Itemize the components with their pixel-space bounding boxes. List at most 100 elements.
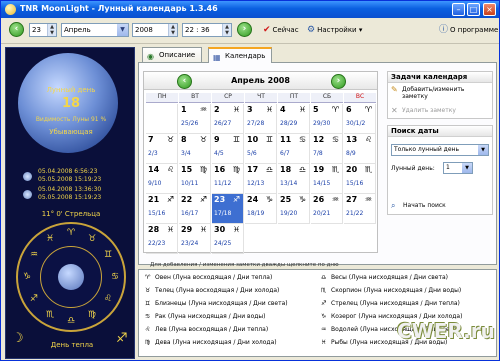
lunar-day-label: Лунный день — [46, 86, 96, 94]
zodiac-sign-icon: ♏ — [364, 165, 372, 174]
start-search-label: Начать поиск — [403, 202, 446, 209]
legend-item: ♌ Лев (Луна восходящая / Дни тепла) — [145, 326, 268, 333]
zodiac-sign-icon: ♍ — [145, 339, 151, 346]
year-field[interactable]: 2008 ▲ ▼ — [132, 23, 178, 37]
tab-description[interactable]: ◉ Описание — [142, 47, 203, 62]
calendar-day-cell[interactable]: 26 ♒ 20/21 — [311, 194, 343, 224]
moonset-time-2: 05.05.2008 15:19:23 — [38, 194, 102, 201]
calendar-day-cell[interactable]: 27 ♒ 21/22 — [344, 194, 376, 224]
day-number: 21 — [148, 195, 160, 204]
close-button[interactable]: × — [483, 3, 496, 16]
calendar-day-cell[interactable]: 7 ♉ 2/3 — [146, 134, 178, 164]
lunar-day-select[interactable]: 1 ▼ — [443, 162, 473, 174]
moon-icon — [58, 264, 84, 290]
calendar-day-cell[interactable]: 24 ♑ 18/19 — [245, 194, 277, 224]
calendar-day-cell[interactable]: 15 ♍ 10/11 — [179, 164, 211, 194]
weekday-header: ЧТ — [245, 93, 277, 103]
zodiac-sign-icon: ♓ — [232, 225, 240, 234]
moonrise-time-2: 05.05.2008 15:19:23 — [38, 176, 102, 183]
calendar-day-cell[interactable]: 12 ♋ 7/8 — [311, 134, 343, 164]
date-search-panel: Поиск даты Только лунный день ▼ Лунный д… — [387, 125, 493, 215]
zodiac-sign-icon: ♐ — [166, 195, 174, 204]
lunar-days: 5/6 — [247, 150, 257, 157]
start-search-button[interactable]: ⌕ Начать поиск — [391, 201, 446, 210]
chevron-down-icon[interactable]: ▼ — [462, 163, 472, 173]
zodiac-sign-icon: ♎ — [298, 165, 306, 174]
calendar-day-cell[interactable]: 6 ♈ 30/1/2 — [344, 104, 376, 134]
weekday-header: СБ — [311, 93, 343, 103]
calendar-day-cell[interactable]: 19 ♏ 14/15 — [311, 164, 343, 194]
aries-icon: ♈ — [66, 228, 76, 238]
month-value: Апрель — [64, 26, 91, 34]
title-bar: TNR MoonLight - Лунный календарь 1.3.46 … — [1, 1, 499, 18]
calendar-day-cell[interactable]: 18 ♎ 13/14 — [278, 164, 310, 194]
calendar-day-cell[interactable]: 29 ♓ 23/24 — [179, 224, 211, 254]
calendar-day-cell[interactable]: 11 ♋ 6/7 — [278, 134, 310, 164]
day-field[interactable]: 23 ▲ ▼ — [29, 23, 57, 37]
month-select[interactable]: Апрель ▼ — [61, 23, 129, 37]
lunar-days: 17/18 — [214, 210, 232, 217]
calendar-day-cell[interactable]: 23 ♐ 17/18 — [212, 194, 244, 224]
calendar-day-cell[interactable]: 16 ♍ 11/12 — [212, 164, 244, 194]
calendar-day-cell[interactable]: 20 ♏ 15/16 — [344, 164, 376, 194]
calendar-day-cell[interactable]: 28 ♓ 22/23 — [146, 224, 178, 254]
calendar-day-cell[interactable]: 1 ♒ 25/26 — [179, 104, 211, 134]
tab-calendar[interactable]: ▦ Календарь — [208, 47, 273, 63]
prev-day-button[interactable]: ‹ — [9, 22, 24, 37]
day-number: 20 — [346, 165, 358, 174]
calendar-day-cell[interactable]: 9 ♊ 4/5 — [212, 134, 244, 164]
month-calendar: ‹ Апрель 2008 › ПН ВТ СР ЧТ ПТ СБ ВС 1 ♒ 25/26 2 ♓… — [143, 71, 378, 268]
maximize-button[interactable]: □ — [467, 3, 480, 16]
minimize-button[interactable]: – — [452, 3, 465, 16]
calendar-day-cell[interactable]: 5 ♈ 29/30 — [311, 104, 343, 134]
year-spinner-icon[interactable]: ▲ ▼ — [168, 24, 177, 36]
zodiac-sign-icon: ♑ — [265, 195, 273, 204]
legend-text: Весы (Луна нисходящая / Дни света) — [331, 274, 448, 281]
legend-text: Близнецы (Луна нисходящая / Дни света) — [155, 300, 288, 307]
day-spinner-icon[interactable]: ▲ ▼ — [47, 24, 56, 36]
about-label: О программе — [450, 26, 499, 34]
legend-text: Рак (Луна нисходящая / Дни воды) — [155, 313, 266, 320]
calendar-day-cell[interactable]: 14 ♌ 9/10 — [146, 164, 178, 194]
calendar-day-cell[interactable]: 13 ♌ 8/9 — [344, 134, 376, 164]
calendar-day-cell[interactable]: 4 ♓ 28/29 — [278, 104, 310, 134]
search-mode-value: Только лунный день — [394, 146, 459, 153]
next-month-button[interactable]: › — [331, 74, 346, 89]
now-button[interactable]: ✔ Сейчас — [263, 23, 299, 38]
chevron-down-icon[interactable]: ▼ — [117, 24, 128, 36]
settings-button[interactable]: ⚙ Настройки ▾ — [307, 23, 362, 38]
delete-note-link[interactable]: ✕ Удалить заметку — [391, 106, 456, 115]
chevron-down-icon[interactable]: ▼ — [478, 145, 488, 155]
time-spinner-icon[interactable]: ▲ ▼ — [222, 24, 231, 36]
day-number: 17 — [247, 165, 259, 174]
zodiac-sign-icon: ♈ — [364, 105, 372, 114]
day-number: 26 — [313, 195, 325, 204]
calendar-icon: ▦ — [213, 53, 221, 62]
zodiac-sign-icon: ♒ — [331, 195, 339, 204]
gemini-icon: ♊ — [103, 250, 113, 260]
calendar-day-cell[interactable]: 2 ♓ 26/27 — [212, 104, 244, 134]
legend-item: ♎ Весы (Луна нисходящая / Дни света) — [321, 274, 448, 281]
zodiac-sign-icon: ♓ — [265, 105, 273, 114]
about-button[interactable]: ⓘ О программе — [439, 23, 498, 38]
calendar-day-cell[interactable]: 25 ♑ 19/20 — [278, 194, 310, 224]
calendar-day-cell[interactable]: 17 ♎ 12/13 — [245, 164, 277, 194]
moonrise-time-1: 05.04.2008 6:56:23 — [38, 168, 98, 175]
zodiac-position: 11° 0' Стрельца — [41, 210, 101, 218]
note-delete-icon: ✕ — [391, 106, 398, 115]
calendar-day-cell[interactable]: 21 ♐ 15/16 — [146, 194, 178, 224]
calendar-day-cell[interactable]: 10 ♊ 5/6 — [245, 134, 277, 164]
lunar-days: 16/17 — [181, 210, 199, 217]
calendar-day-cell[interactable]: 8 ♉ 3/4 — [179, 134, 211, 164]
next-day-button[interactable]: › — [237, 22, 252, 37]
lunar-days: 13/14 — [280, 180, 298, 187]
calendar-day-cell[interactable]: 30 ♓ 24/25 — [212, 224, 244, 254]
add-note-link[interactable]: ✎ Добавить/изменить заметку — [391, 86, 492, 101]
search-mode-select[interactable]: Только лунный день ▼ — [391, 144, 489, 156]
calendar-day-cell[interactable]: 3 ♓ 27/28 — [245, 104, 277, 134]
moonset-time-1: 05.04.2008 13:36:30 — [38, 186, 102, 193]
time-field[interactable]: 22 : 36 ▲ ▼ — [182, 23, 232, 37]
sagittarius-icon: ♐ — [29, 294, 39, 304]
zodiac-sign-icon: ♓ — [232, 105, 240, 114]
calendar-day-cell[interactable]: 22 ♐ 16/17 — [179, 194, 211, 224]
